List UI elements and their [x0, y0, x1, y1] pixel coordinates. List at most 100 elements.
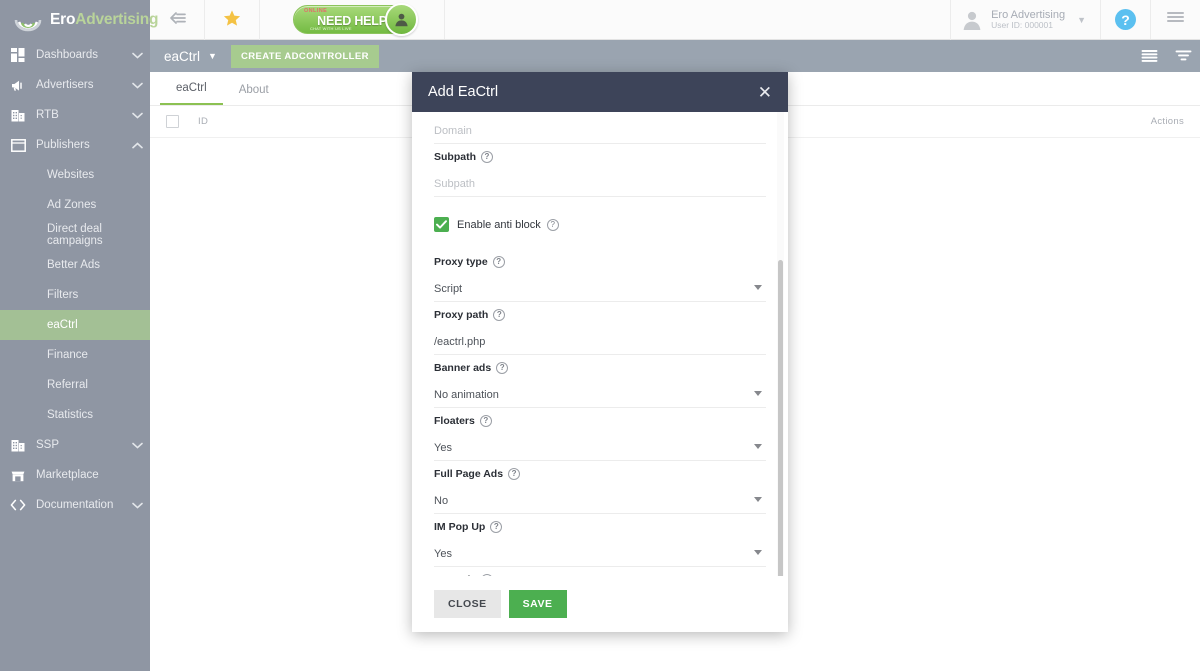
sidebar-label: Referral [47, 379, 88, 391]
sidebar-item-advertisers[interactable]: Advertisers [0, 70, 150, 100]
hamburger-menu-icon [1166, 10, 1185, 29]
sidebar-label: Filters [47, 289, 79, 301]
chevron-down-icon[interactable] [124, 52, 150, 59]
building-icon [0, 438, 36, 452]
close-button[interactable]: CLOSE [434, 590, 501, 618]
label-text: IM Pop Up [434, 521, 486, 533]
field-label-banner-ads: Banner ads ? [434, 362, 766, 374]
help-icon[interactable]: ? [496, 362, 509, 374]
floaters-select[interactable]: Yes [434, 436, 766, 461]
label-text: Subpath [434, 151, 476, 163]
banner-ads-select[interactable]: No animation [434, 383, 766, 408]
help-icon[interactable]: ? [479, 415, 492, 427]
chevron-down-icon[interactable] [124, 502, 150, 509]
help-button[interactable]: ? [1100, 0, 1150, 39]
tab-eactrl[interactable]: eaCtrl [160, 82, 223, 105]
breadcrumb-tools [1132, 40, 1200, 72]
proxy-type-value: Script [434, 283, 463, 295]
sidebar-label: Advertisers [36, 79, 94, 91]
enable-anti-block-checkbox[interactable] [434, 217, 449, 232]
chevron-down-icon[interactable]: ▼ [1077, 15, 1086, 25]
user-account-menu[interactable]: Ero Advertising User ID: 000001 ▼ [950, 0, 1100, 40]
collapse-left-icon [168, 11, 187, 30]
subpath-input[interactable]: Subpath [434, 172, 766, 197]
sidebar-label: RTB [36, 109, 59, 121]
chevron-down-icon [754, 550, 762, 555]
sidebar-label: Websites [47, 169, 95, 181]
field-label-floaters: Floaters ? [434, 415, 766, 427]
modal-scrollbar-thumb[interactable] [778, 260, 783, 576]
field-pop-ads: Pop Ads ? No [434, 574, 766, 576]
chevron-down-icon[interactable] [124, 112, 150, 119]
sidebar-item-dashboards[interactable]: Dashboards [0, 40, 150, 70]
list-view-icon[interactable] [1132, 40, 1166, 72]
brand-logo-area[interactable]: EroAdvertising [0, 0, 159, 40]
help-icon[interactable]: ? [481, 151, 493, 163]
filter-icon[interactable] [1166, 40, 1200, 72]
help-icon[interactable]: ? [508, 468, 521, 480]
select-all-checkbox[interactable] [166, 115, 179, 128]
chevron-down-icon [754, 391, 762, 396]
add-eactrl-modal: Add EaCtrl ✕ Domain ? Domain Subpath ? [412, 72, 788, 632]
field-proxy-path: Proxy path ? /eactrl.php [434, 309, 766, 355]
brand-word-ero: Ero [50, 11, 76, 28]
dashboard-grid-icon [0, 48, 36, 62]
field-im-pop-up: IM Pop Up ? Yes [434, 521, 766, 567]
domain-input[interactable]: Domain [434, 119, 766, 144]
sidebar-item-statistics[interactable]: Statistics [0, 400, 150, 430]
modal-header: Add EaCtrl ✕ [412, 72, 788, 112]
modal-form: Domain ? Domain Subpath ? Subpath [412, 112, 788, 576]
code-brackets-icon [0, 499, 36, 511]
modal-scrollbar-track[interactable] [777, 112, 784, 576]
help-icon[interactable]: ? [492, 256, 505, 268]
help-icon[interactable]: ? [546, 218, 559, 231]
need-help-badge[interactable]: ONLINE NEED HELP CHAT WITH US LIVE [293, 3, 418, 36]
need-help-area[interactable]: ONLINE NEED HELP CHAT WITH US LIVE [260, 0, 445, 39]
sidebar-item-publishers[interactable]: Publishers [0, 130, 150, 160]
sidebar-label: Better Ads [47, 259, 101, 271]
proxy-type-select[interactable]: Script [434, 277, 766, 302]
favorites-button[interactable] [205, 0, 260, 40]
sidebar-item-websites[interactable]: Websites [0, 160, 150, 190]
sidebar-item-filters[interactable]: Filters [0, 280, 150, 310]
sidebar-item-better-ads[interactable]: Better Ads [0, 250, 150, 280]
field-label-subpath: Subpath ? [434, 151, 766, 163]
help-icon[interactable]: ? [481, 574, 494, 576]
chevron-down-icon[interactable] [124, 442, 150, 449]
sidebar-item-referral[interactable]: Referral [0, 370, 150, 400]
chevron-up-icon[interactable] [124, 141, 150, 149]
field-domain: Domain ? Domain [434, 112, 766, 144]
help-icon[interactable]: ? [493, 309, 506, 321]
sidebar-item-eactrl[interactable]: eaCtrl [0, 310, 150, 340]
label-text: Proxy type [434, 256, 488, 268]
field-subpath: Subpath ? Subpath [434, 151, 766, 197]
modal-footer: CLOSE SAVE [412, 576, 788, 632]
column-header-actions: Actions [1150, 116, 1184, 127]
proxy-path-input[interactable]: /eactrl.php [434, 330, 766, 355]
brand-word-advertising: Advertising [75, 11, 159, 28]
sidebar-collapse-button[interactable] [150, 0, 205, 40]
breadcrumb-chevron-down-icon[interactable]: ▼ [208, 51, 217, 61]
header-spacer [445, 0, 950, 39]
sidebar-item-finance[interactable]: Finance [0, 340, 150, 370]
create-adcontroller-button[interactable]: CREATE ADCONTROLLER [230, 44, 379, 68]
chevron-down-icon[interactable] [124, 82, 150, 89]
help-icon[interactable]: ? [490, 521, 503, 533]
save-button[interactable]: SAVE [508, 590, 567, 618]
sidebar-item-direct-deal-campaigns[interactable]: Direct deal campaigns [0, 220, 150, 250]
support-agent-icon [385, 3, 418, 36]
sidebar-item-ad-zones[interactable]: Ad Zones [0, 190, 150, 220]
sidebar-item-documentation[interactable]: Documentation [0, 490, 150, 520]
sidebar-item-rtb[interactable]: RTB [0, 100, 150, 130]
full-page-ads-select[interactable]: No [434, 489, 766, 514]
sidebar-item-ssp[interactable]: SSP [0, 430, 150, 460]
enable-anti-block-label: Enable anti block ? [457, 218, 559, 231]
close-icon[interactable]: ✕ [758, 84, 772, 101]
sidebar-label: eaCtrl [47, 319, 78, 331]
field-banner-ads: Banner ads ? No animation [434, 362, 766, 408]
sidebar-item-marketplace[interactable]: Marketplace [0, 460, 150, 490]
im-pop-up-select[interactable]: Yes [434, 542, 766, 567]
right-menu-button[interactable] [1150, 0, 1200, 39]
field-label-full-page-ads: Full Page Ads ? [434, 468, 766, 480]
tab-about[interactable]: About [223, 84, 285, 105]
